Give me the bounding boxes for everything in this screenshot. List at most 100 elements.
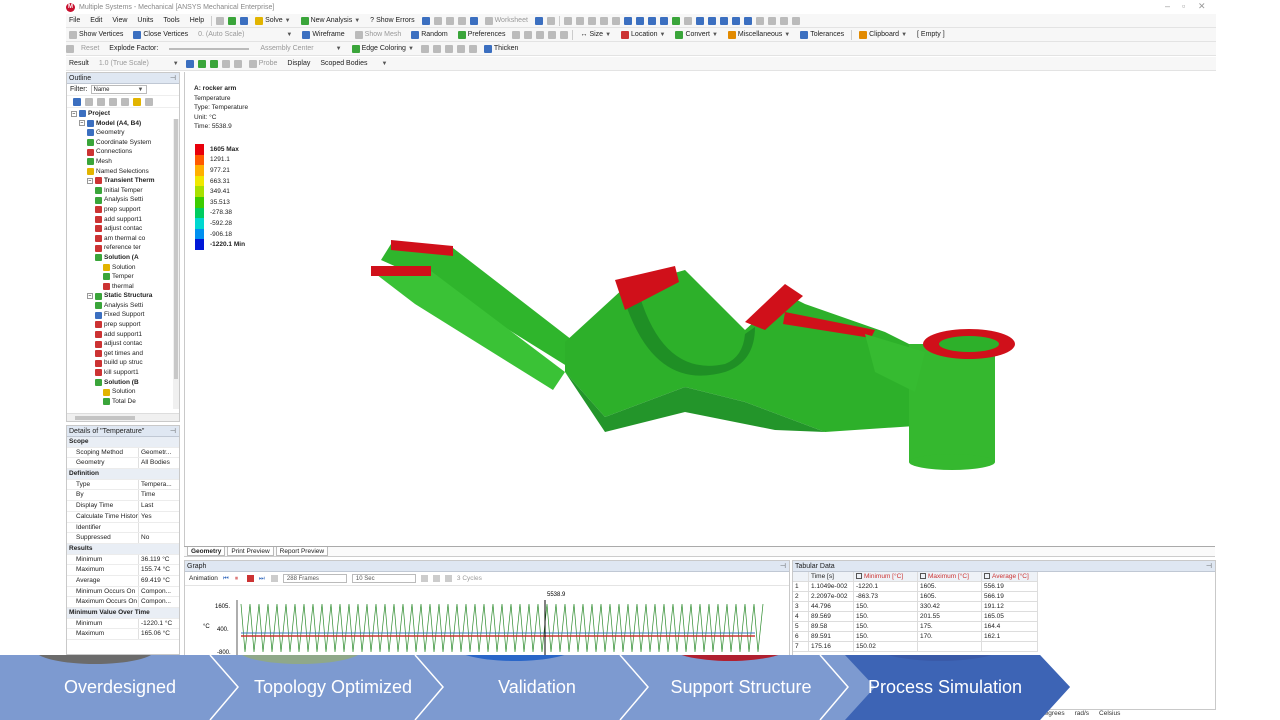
expand-toggle-icon[interactable]: −	[87, 177, 93, 184]
tree-node[interactable]: Analysis Setti	[67, 301, 179, 311]
tree-node[interactable]: add support1	[67, 330, 179, 340]
back-icon[interactable]	[85, 97, 93, 106]
filter-dropdown[interactable]: Name ▼	[90, 85, 147, 94]
details-value[interactable]: Last	[139, 501, 179, 511]
details-row[interactable]: Maximum 165.06 °C	[67, 629, 179, 641]
size-button[interactable]: ↔ Size ▼	[577, 29, 614, 41]
duration-dropdown[interactable]: 10 Sec	[351, 574, 416, 583]
details-row[interactable]: By Time	[67, 490, 179, 502]
line-tool-icon[interactable]	[468, 44, 477, 53]
expand-icon[interactable]	[109, 97, 117, 106]
details-row[interactable]: Geometry All Bodies	[67, 458, 179, 470]
zoom-fit-icon[interactable]	[719, 16, 728, 25]
chart-icon[interactable]	[469, 16, 478, 25]
details-row[interactable]: Calculate Time History Yes	[67, 511, 179, 523]
pause-icon[interactable]: ⏸	[235, 575, 242, 582]
details-value[interactable]: Geometr...	[139, 448, 179, 458]
sort-icon[interactable]	[145, 97, 153, 106]
tab-print-preview[interactable]: Print Preview	[227, 547, 274, 556]
details-value[interactable]: Tempera...	[139, 480, 179, 490]
tree-node[interactable]: − Project	[67, 109, 179, 119]
graphics-viewport[interactable]: A: rocker arm Temperature Type: Temperat…	[184, 72, 1215, 546]
menu-units[interactable]: Units	[134, 15, 156, 27]
text-icon[interactable]	[445, 16, 454, 25]
scoped-bodies-dropdown[interactable]: Scoped Bodies ▼	[317, 58, 390, 70]
tolerances-button[interactable]: Tolerances	[797, 29, 847, 41]
details-row[interactable]: Type Tempera...	[67, 479, 179, 491]
details-row[interactable]: Scoping Method Geometr...	[67, 447, 179, 459]
table-row[interactable]: 4 89.569 150. 201.55 165.05	[793, 612, 1215, 622]
edges-icon[interactable]	[197, 59, 206, 68]
zoom-in-icon[interactable]	[695, 16, 704, 25]
tree-node[interactable]: Mesh	[67, 157, 179, 167]
element-icon[interactable]	[635, 16, 644, 25]
line-tool-icon[interactable]	[432, 44, 441, 53]
tree-node[interactable]: Total De	[67, 397, 179, 407]
pin-icon[interactable]: ⊣	[780, 561, 786, 572]
temperature-history-plot[interactable]: 1605. 400. -800. °C 5538.9	[185, 586, 790, 660]
tree-node[interactable]: build up struc	[67, 358, 179, 368]
details-section[interactable]: Results	[67, 543, 179, 555]
details-value[interactable]: 165.06 °C	[139, 629, 179, 639]
zoom-box-icon[interactable]	[707, 16, 716, 25]
details-value[interactable]: 69.419 °C	[139, 576, 179, 586]
tree-node[interactable]: − Model (A4, B4)	[67, 119, 179, 129]
thicken-button[interactable]: Thicken	[481, 43, 522, 55]
grid-icon[interactable]	[432, 575, 440, 582]
table-row[interactable]: 5 89.58 150. 175. 164.4	[793, 622, 1215, 632]
stop-icon[interactable]	[246, 575, 254, 582]
vertex-icon[interactable]	[575, 16, 584, 25]
min-icon[interactable]	[233, 59, 242, 68]
table-row[interactable]: 1 1.1049e-002 -1220.1 1605. 556.19	[793, 582, 1215, 592]
tree-node[interactable]: kill support1	[67, 368, 179, 378]
collapse-icon[interactable]	[121, 97, 129, 106]
expand-toggle-icon[interactable]: −	[87, 293, 93, 300]
edge-tool-icon[interactable]	[548, 30, 557, 39]
face-icon[interactable]	[599, 16, 608, 25]
wireframe-button[interactable]: Wireframe	[299, 29, 347, 41]
frames-dropdown[interactable]: 288 Frames	[282, 574, 347, 583]
tree-node[interactable]: adjust contac	[67, 339, 179, 349]
tree-node[interactable]: Temper	[67, 272, 179, 282]
rotate-icon[interactable]	[671, 16, 680, 25]
vector-icon[interactable]	[209, 59, 218, 68]
table-row[interactable]: 3 44.796 150. 330.42 191.12	[793, 602, 1215, 612]
select-icon[interactable]	[433, 16, 442, 25]
edge-tool-icon[interactable]	[560, 30, 569, 39]
tree-node[interactable]: − Transient Therm	[67, 176, 179, 186]
forward-icon[interactable]: ⏭	[259, 575, 266, 582]
tree-node[interactable]: am thermal co	[67, 234, 179, 244]
table-row[interactable]: 7 175.16 150.02	[793, 642, 1215, 652]
details-section[interactable]: Definition	[67, 469, 179, 480]
window-icon[interactable]	[791, 16, 800, 25]
tree-node[interactable]: − Static Structura	[67, 291, 179, 301]
table-row[interactable]: 2 2.2097e-002 -863.73 1605. 566.19	[793, 592, 1215, 602]
body-icon[interactable]	[611, 16, 620, 25]
details-value[interactable]: Time	[139, 490, 179, 500]
tree-icon[interactable]	[240, 16, 249, 25]
close-icon[interactable]: ✕	[1198, 1, 1206, 12]
location-button[interactable]: Location ▼	[618, 29, 668, 41]
preferences-button[interactable]: Preferences	[455, 29, 509, 41]
line-tool-icon[interactable]	[456, 44, 465, 53]
tree-node[interactable]: prep support	[67, 320, 179, 330]
expand-all-icon[interactable]	[73, 97, 81, 106]
reset-button[interactable]: Reset	[78, 43, 102, 55]
tree-node[interactable]: thermal	[67, 282, 179, 292]
tree-node[interactable]: Geometry	[67, 128, 179, 138]
details-row[interactable]: Minimum -1220.1 °C	[67, 618, 179, 630]
cycles-icon[interactable]	[444, 575, 452, 582]
new-analysis-button[interactable]: New Analysis ▼	[298, 15, 364, 27]
pin-icon[interactable]: ⊣	[1206, 561, 1212, 572]
assembly-center-dropdown[interactable]: Assembly Center ▼	[257, 43, 344, 55]
details-value[interactable]: Yes	[139, 512, 179, 522]
check-icon[interactable]	[228, 16, 237, 25]
edge-icon[interactable]	[587, 16, 596, 25]
auto-scale-dropdown[interactable]: 0. (Auto Scale) ▼	[195, 29, 295, 41]
tree-node[interactable]: add support1	[67, 215, 179, 225]
details-row[interactable]: Maximum 155.74 °C	[67, 565, 179, 576]
zoom-extents-icon[interactable]	[743, 16, 752, 25]
pan-icon[interactable]	[683, 16, 692, 25]
minimize-icon[interactable]: –	[1165, 1, 1170, 11]
expand-toggle-icon[interactable]: −	[71, 110, 77, 117]
